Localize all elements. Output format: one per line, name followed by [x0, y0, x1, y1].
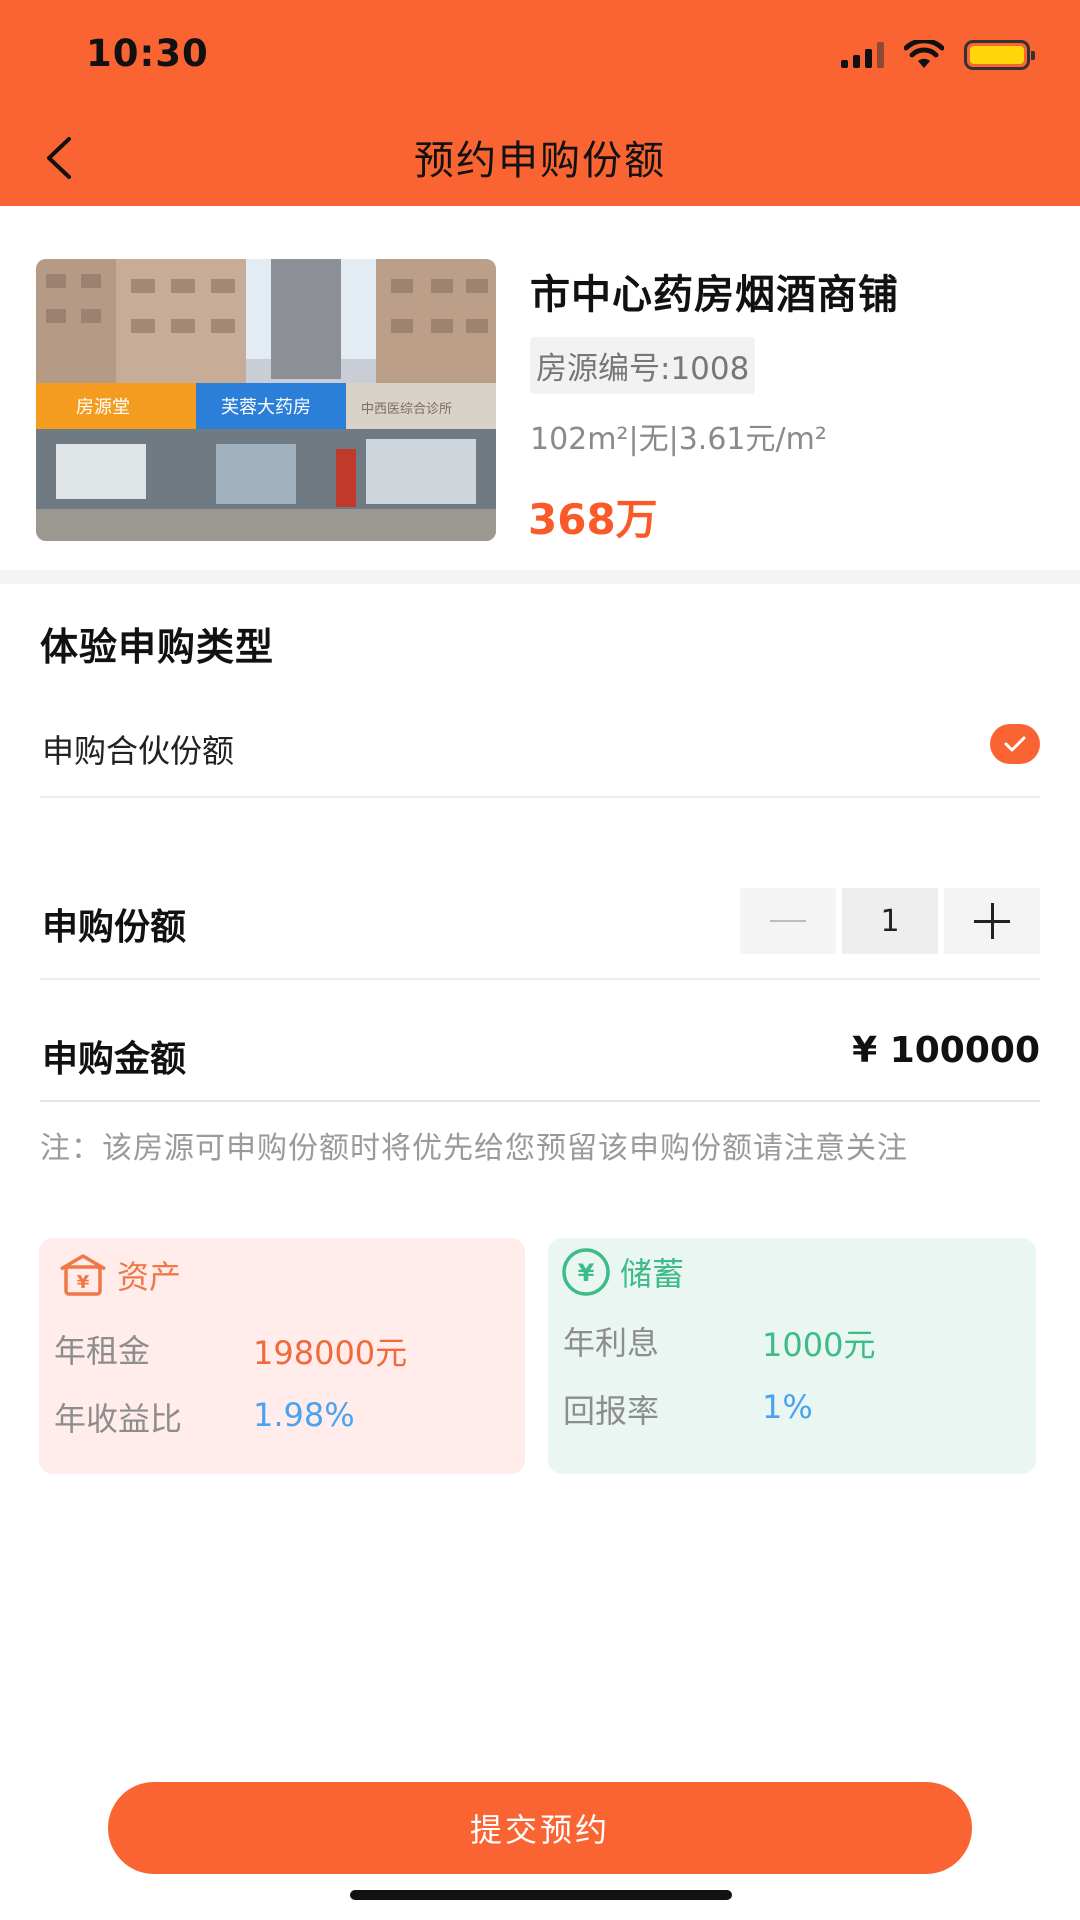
- savings-card: ¥ 储蓄 年利息 1000元 回报率 1%: [548, 1238, 1036, 1474]
- property-photo[interactable]: 房源堂 芙蓉大药房 中西医综合诊所: [36, 259, 496, 541]
- annual-rent-label: 年租金: [54, 1332, 151, 1370]
- annual-rent-value: 198000元: [253, 1334, 408, 1372]
- amount-row: 申购金额 ¥ 100000: [40, 990, 1040, 1102]
- page-title: 预约申购份额: [414, 138, 666, 184]
- status-icons: [841, 40, 1035, 70]
- photo-sign-text: 芙蓉大药房: [221, 397, 311, 418]
- share-label: 申购份额: [42, 907, 187, 948]
- share-quantity-row: 申购份额 1: [40, 870, 1040, 980]
- option-label: 申购合伙份额: [42, 732, 235, 770]
- submit-reservation-button[interactable]: 提交预约: [108, 1782, 972, 1874]
- wifi-icon: [904, 40, 944, 68]
- plus-icon: [974, 903, 1010, 939]
- property-price: 368万: [528, 495, 658, 544]
- battery-icon: [964, 40, 1035, 70]
- svg-text:¥: ¥: [578, 1259, 595, 1287]
- property-name: 市中心药房烟酒商铺: [530, 272, 899, 318]
- svg-text:¥: ¥: [77, 1272, 90, 1293]
- checkmark-icon[interactable]: [990, 724, 1040, 764]
- minus-icon: [770, 920, 806, 922]
- quantity-stepper: 1: [740, 888, 1040, 954]
- annual-yield-value: 1.98%: [253, 1396, 355, 1434]
- increment-button[interactable]: [944, 888, 1040, 954]
- property-spec: 102m²|无|3.61元/m²: [530, 422, 827, 457]
- property-card[interactable]: 房源堂 芙蓉大药房 中西医综合诊所 市中心药房烟酒商铺 房源编号:1008 10…: [0, 206, 1080, 570]
- option-partner-share[interactable]: 申购合伙份额: [40, 700, 1040, 798]
- section-title-experience-type: 体验申购类型: [40, 625, 275, 669]
- asset-card: ¥ 资产 年租金 198000元 年收益比 1.98%: [39, 1238, 525, 1474]
- annual-interest-label: 年利息: [563, 1324, 660, 1362]
- annual-interest-value: 1000元: [762, 1326, 876, 1364]
- photo-sign-text: 房源堂: [76, 397, 130, 418]
- photo-sign-text: 中西医综合诊所: [361, 402, 452, 417]
- home-indicator[interactable]: [350, 1890, 732, 1900]
- savings-card-title: 储蓄: [620, 1255, 685, 1293]
- savings-card-header: ¥ 储蓄: [560, 1246, 684, 1298]
- app-header: 10:30 预约申购份额: [0, 0, 1080, 206]
- annual-yield-label: 年收益比: [54, 1400, 183, 1438]
- decrement-button[interactable]: [740, 888, 836, 954]
- quantity-value[interactable]: 1: [842, 888, 938, 954]
- note-text: 注：该房源可申购份额时将优先给您预留该申购份额请注意关注: [40, 1131, 908, 1166]
- amount-label: 申购金额: [42, 1039, 187, 1080]
- property-code-badge: 房源编号:1008: [530, 337, 756, 394]
- return-rate-value: 1%: [762, 1388, 813, 1426]
- cellular-signal-icon: [841, 42, 884, 68]
- amount-value: ¥ 100000: [852, 1030, 1040, 1071]
- section-divider: [0, 570, 1080, 584]
- return-rate-label: 回报率: [563, 1392, 660, 1430]
- asset-card-header: ¥ 资产: [57, 1252, 181, 1298]
- yen-circle-icon: ¥: [562, 1248, 610, 1296]
- yen-house-icon: ¥: [60, 1254, 106, 1296]
- asset-card-title: 资产: [117, 1258, 182, 1296]
- status-time: 10:30: [86, 32, 209, 75]
